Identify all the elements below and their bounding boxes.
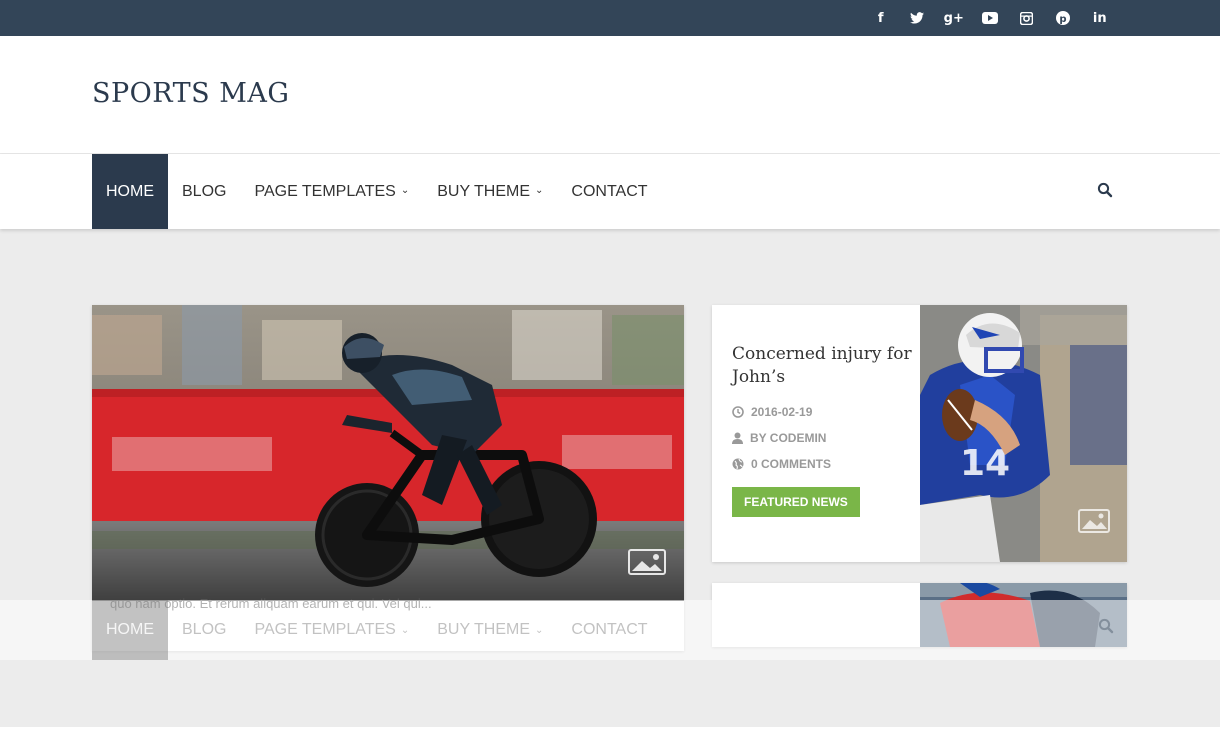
post-comments[interactable]: 0 COMMENTS <box>732 451 912 477</box>
top-social-bar: f g+ p in <box>0 0 1220 36</box>
nav-item-page-templates[interactable]: PAGE TEMPLATES ⌄ <box>240 154 423 229</box>
linkedin-icon[interactable]: in <box>1082 0 1119 36</box>
sticky-nav-item-page-templates[interactable]: PAGE TEMPLATES ⌄ <box>240 600 423 660</box>
main-nav: HOME BLOG PAGE TEMPLATES ⌄ BUY THEME ⌄ CON… <box>0 154 1220 229</box>
chevron-down-icon: ⌄ <box>400 185 410 196</box>
image-format-icon <box>1078 509 1116 535</box>
nav-label: CONTACT <box>571 621 648 638</box>
nav-item-buy-theme[interactable]: BUY THEME ⌄ <box>423 154 557 229</box>
google-plus-icon[interactable]: g+ <box>936 0 973 36</box>
nav-label: BLOG <box>182 182 227 200</box>
sticky-nav-item-buy-theme[interactable]: BUY THEME ⌄ <box>423 600 557 660</box>
image-format-icon <box>628 549 666 575</box>
chevron-down-icon: ⌄ <box>535 624 544 636</box>
twitter-icon[interactable] <box>899 0 936 36</box>
user-icon <box>732 432 743 444</box>
social-links: f g+ p in <box>863 0 1119 36</box>
nav-label: PAGE TEMPLATES <box>254 182 396 200</box>
post-meta: 2016-02-19 BY CODEMIN 0 COMMENTS <box>732 399 912 477</box>
nav-item-blog[interactable]: BLOG <box>168 154 240 229</box>
post-author-text: BY CODEMIN <box>750 431 827 445</box>
football-player-photo[interactable]: 14 <box>920 305 1127 562</box>
post-title[interactable]: Concerned injury for John’s <box>732 343 912 389</box>
post-text: Concerned injury for John’s 2016-02-19 B… <box>732 343 912 517</box>
nav-label: HOME <box>106 621 154 638</box>
sticky-nav-overlay: HOME BLOG PAGE TEMPLATES ⌄ BUY THEME ⌄ CON… <box>0 600 1220 660</box>
cyclist-photo[interactable] <box>92 305 684 601</box>
nav-label: BUY THEME <box>437 182 530 200</box>
search-icon[interactable] <box>1098 618 1116 636</box>
chevron-down-icon: ⌄ <box>400 624 410 636</box>
footer-strip <box>0 727 1220 750</box>
post-author[interactable]: BY CODEMIN <box>732 425 912 451</box>
instagram-icon[interactable] <box>1009 0 1046 36</box>
sticky-nav-item-home[interactable]: HOME <box>92 600 168 660</box>
youtube-icon[interactable] <box>972 0 1009 36</box>
post-comments-text: 0 COMMENTS <box>751 457 832 471</box>
globe-icon <box>732 458 744 470</box>
pinterest-icon[interactable]: p <box>1045 0 1082 36</box>
side-post-card[interactable]: Concerned injury for John’s 2016-02-19 B… <box>712 305 1127 562</box>
nav-label: HOME <box>106 182 154 200</box>
search-icon[interactable] <box>1097 182 1117 202</box>
nav-label: CONTACT <box>571 182 648 200</box>
nav-menu: HOME BLOG PAGE TEMPLATES ⌄ BUY THEME ⌄ CON… <box>92 154 662 229</box>
featured-news-badge[interactable]: FEATURED NEWS <box>732 487 860 517</box>
nav-item-home[interactable]: HOME <box>92 154 168 229</box>
nav-label: BUY THEME <box>437 621 530 638</box>
chevron-down-icon: ⌄ <box>535 185 544 196</box>
sticky-nav-menu: HOME BLOG PAGE TEMPLATES ⌄ BUY THEME ⌄ CON… <box>92 600 662 660</box>
post-date: 2016-02-19 <box>732 399 912 425</box>
nav-label: BLOG <box>182 621 227 638</box>
clock-icon <box>732 406 744 418</box>
sticky-nav-item-blog[interactable]: BLOG <box>168 600 240 660</box>
nav-item-contact[interactable]: CONTACT <box>557 154 661 229</box>
site-header: SPORTS MAG <box>0 36 1220 154</box>
site-logo[interactable]: SPORTS MAG <box>92 78 289 109</box>
sticky-nav-item-contact[interactable]: CONTACT <box>557 600 661 660</box>
facebook-icon[interactable]: f <box>863 0 900 36</box>
post-date-text: 2016-02-19 <box>751 405 813 419</box>
nav-label: PAGE TEMPLATES <box>254 621 396 638</box>
svg-text:p: p <box>1060 14 1067 25</box>
